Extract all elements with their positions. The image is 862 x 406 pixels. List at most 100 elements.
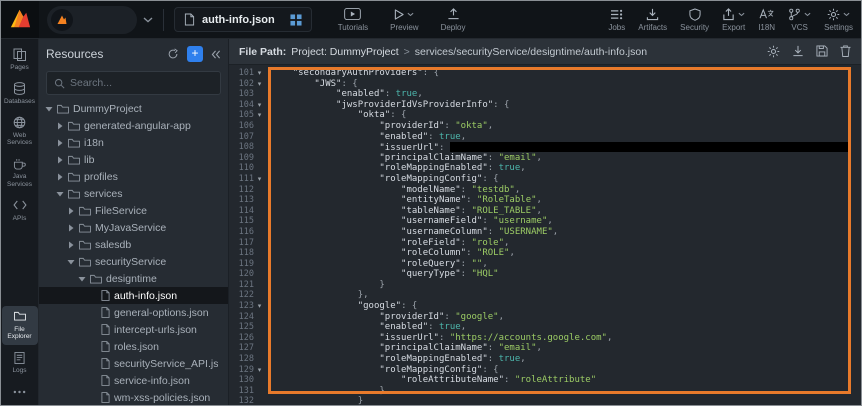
code-line-105[interactable]: 105▾ "okta": { <box>229 110 861 121</box>
tree-folder-dummyproject[interactable]: DummyProject <box>39 100 228 117</box>
search-box[interactable] <box>46 71 221 95</box>
code-line-132[interactable]: 132 } <box>229 396 861 406</box>
code-line-102[interactable]: 102▾ "JWS": { <box>229 79 861 90</box>
tree-folder-lib[interactable]: lib <box>39 151 228 168</box>
caret-right-icon[interactable] <box>56 173 64 181</box>
preview-button[interactable]: Preview <box>390 7 418 32</box>
topbar-item-label: VCS <box>791 23 807 32</box>
file-icon <box>184 13 195 26</box>
delete-button[interactable] <box>840 45 851 58</box>
tree-folder-i18n[interactable]: i18n <box>39 134 228 151</box>
topbar-settings-button[interactable]: Settings <box>824 7 853 32</box>
refresh-icon[interactable] <box>167 48 179 60</box>
rail-item-apis[interactable]: APIs <box>2 195 38 227</box>
tree-folder-designtime[interactable]: designtime <box>39 270 228 287</box>
code-line-113[interactable]: 113 "entityName": "RoleTable", <box>229 195 861 206</box>
code-line-120[interactable]: 120 "queryType": "HQL" <box>229 269 861 280</box>
code-line-125[interactable]: 125 "enabled": true, <box>229 322 861 333</box>
caret-down-icon[interactable] <box>45 106 53 112</box>
tree-folder-services[interactable]: services <box>39 185 228 202</box>
code-line-127[interactable]: 127 "principalClaimName": "email", <box>229 343 861 354</box>
code-text: "enabled": true, <box>265 132 466 143</box>
code-line-114[interactable]: 114 "tableName": "ROLE_TABLE", <box>229 206 861 217</box>
tree-folder-securityservice[interactable]: securityService <box>39 253 228 270</box>
rail-item-web-services[interactable]: Web Services <box>2 112 38 152</box>
caret-right-icon[interactable] <box>67 241 75 249</box>
search-input[interactable] <box>70 77 213 89</box>
code-line-130[interactable]: 130 "roleAttributeName": "roleAttribute" <box>229 375 861 386</box>
code-line-116[interactable]: 116 "usernameColumn": "USERNAME", <box>229 227 861 238</box>
save-button[interactable] <box>816 45 828 58</box>
topbar-security-button[interactable]: Security <box>680 7 709 32</box>
caret-down-icon[interactable] <box>56 191 64 197</box>
tree-folder-generated-angular-app[interactable]: generated-angular-app <box>39 117 228 134</box>
tree-file-wm-xss-policies-json[interactable]: wm-xss-policies.json <box>39 389 228 406</box>
tree-file-intercept-urls-json[interactable]: intercept-urls.json <box>39 321 228 338</box>
caret-right-icon[interactable] <box>67 207 75 215</box>
tree-file-service-info-json[interactable]: service-info.json <box>39 372 228 389</box>
collapse-panel-icon[interactable] <box>211 50 221 59</box>
topbar-jobs-button[interactable]: Jobs <box>608 7 625 32</box>
code-line-119[interactable]: 119 "roleQuery": "", <box>229 259 861 270</box>
code-line-111[interactable]: 111▾ "roleMappingConfig": { <box>229 174 861 185</box>
code-editor[interactable]: 101▾ "secondaryAuthProviders": {102▾ "JW… <box>229 65 861 406</box>
caret-down-icon[interactable] <box>78 276 86 282</box>
tree-file-securityservice-api-js[interactable]: securityService_API.js <box>39 355 228 372</box>
rail-item-pages[interactable]: Pages <box>2 44 38 76</box>
caret-right-icon[interactable] <box>56 156 64 164</box>
topbar-artifacts-button[interactable]: Artifacts <box>638 7 667 32</box>
code-line-106[interactable]: 106 "providerId": "okta", <box>229 121 861 132</box>
tree-folder-myjavaservice[interactable]: MyJavaService <box>39 219 228 236</box>
code-line-101[interactable]: 101▾ "secondaryAuthProviders": { <box>229 68 861 79</box>
code-line-103[interactable]: 103 "enabled": true, <box>229 89 861 100</box>
download-button[interactable] <box>792 45 804 58</box>
code-line-124[interactable]: 124 "providerId": "google", <box>229 312 861 323</box>
rail-item-databases[interactable]: Databases <box>2 78 38 110</box>
code-line-126[interactable]: 126 "issuerUrl": "https://accounts.googl… <box>229 333 861 344</box>
rail-item-file-explorer[interactable]: File Explorer <box>2 306 38 346</box>
caret-down-icon[interactable] <box>67 259 75 265</box>
deploy-button[interactable]: Deploy <box>441 7 466 32</box>
rail-item-more[interactable] <box>2 381 38 402</box>
tree-file-roles-json[interactable]: roles.json <box>39 338 228 355</box>
code-line-123[interactable]: 123▾ "google": { <box>229 301 861 312</box>
rail-item-logs[interactable]: Logs <box>2 347 38 379</box>
project-switcher[interactable] <box>47 6 137 34</box>
settings-button[interactable] <box>767 45 780 58</box>
code-line-107[interactable]: 107 "enabled": true, <box>229 132 861 143</box>
code-line-112[interactable]: 112 "modelName": "testdb", <box>229 185 861 196</box>
code-line-108[interactable]: 108 "issuerUrl": <box>229 142 861 153</box>
line-number: 109 <box>229 153 265 164</box>
add-resource-button[interactable]: + <box>187 46 203 62</box>
rail-item-java-services[interactable]: Java Services <box>2 153 38 193</box>
open-file-tab[interactable]: auth-info.json <box>174 7 312 32</box>
caret-right-icon[interactable] <box>67 224 75 232</box>
code-line-104[interactable]: 104▾ "jwsProviderIdVsProviderInfo": { <box>229 100 861 111</box>
code-line-128[interactable]: 128 "roleMappingEnabled": true, <box>229 354 861 365</box>
code-line-109[interactable]: 109 "principalClaimName": "email", <box>229 153 861 164</box>
tree-folder-salesdb[interactable]: salesdb <box>39 236 228 253</box>
app-logo[interactable] <box>1 1 39 39</box>
caret-right-icon[interactable] <box>56 139 64 147</box>
code-line-129[interactable]: 129▾ "roleMappingConfig": { <box>229 365 861 376</box>
code-line-122[interactable]: 122 }, <box>229 290 861 301</box>
code-text: "modelName": "testdb", <box>265 185 520 196</box>
project-chevron-down-icon[interactable] <box>143 17 153 23</box>
topbar-vcs-button[interactable]: VCS <box>788 7 811 32</box>
tutorials-button[interactable]: Tutorials <box>338 7 368 32</box>
topbar-export-button[interactable]: Export <box>722 7 745 32</box>
file-icon <box>101 324 110 335</box>
code-line-131[interactable]: 131 } <box>229 386 861 397</box>
code-line-115[interactable]: 115 "usernameField": "username", <box>229 216 861 227</box>
tree-file-general-options-json[interactable]: general-options.json <box>39 304 228 321</box>
topbar-i18n-button[interactable]: I18N <box>758 7 775 32</box>
code-line-118[interactable]: 118 "roleColumn": "ROLE", <box>229 248 861 259</box>
tree-file-auth-info-json[interactable]: auth-info.json <box>39 287 228 304</box>
tree-folder-fileservice[interactable]: FileService <box>39 202 228 219</box>
grid-icon[interactable] <box>290 14 302 26</box>
caret-right-icon[interactable] <box>56 122 64 130</box>
tree-folder-profiles[interactable]: profiles <box>39 168 228 185</box>
code-line-121[interactable]: 121 } <box>229 280 861 291</box>
code-line-110[interactable]: 110 "roleMappingEnabled": true, <box>229 163 861 174</box>
code-line-117[interactable]: 117 "roleField": "role", <box>229 238 861 249</box>
